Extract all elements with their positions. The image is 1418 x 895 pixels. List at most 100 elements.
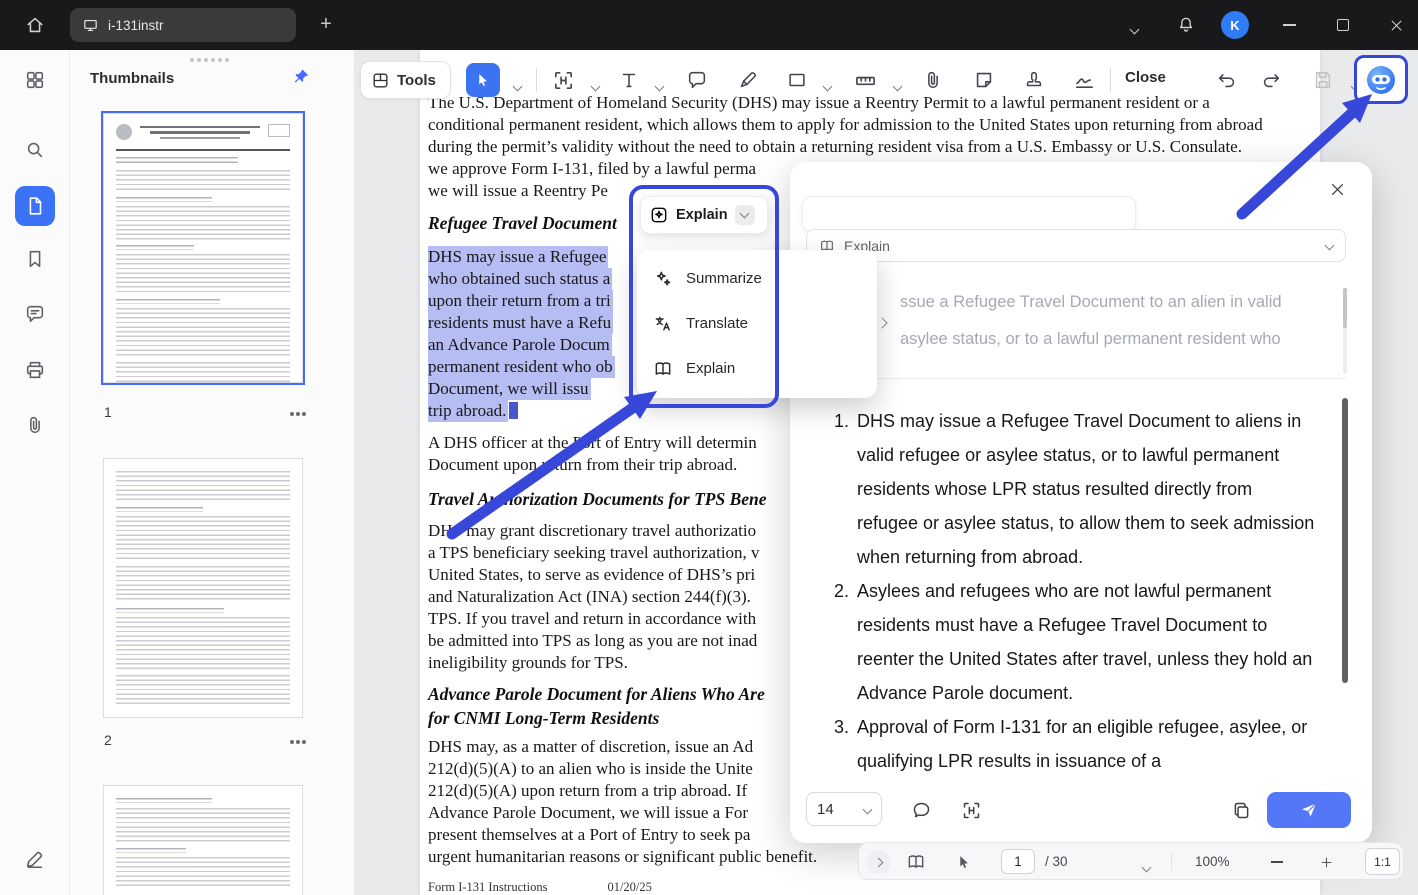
page-number-label: 1 bbox=[104, 404, 112, 420]
pin-icon[interactable] bbox=[292, 67, 311, 91]
window-close-button[interactable] bbox=[1384, 13, 1408, 37]
ai-response-item: Asylees and refugees who are not lawful … bbox=[854, 574, 1318, 710]
home-icon[interactable] bbox=[23, 13, 47, 37]
shape-tool-chevron-icon[interactable] bbox=[815, 74, 839, 98]
panel-close-icon[interactable] bbox=[1324, 176, 1350, 202]
more-options-icon[interactable] bbox=[290, 740, 294, 744]
menu-item-translate[interactable]: Translate bbox=[637, 301, 877, 346]
copy-icon[interactable] bbox=[1230, 799, 1252, 821]
comment-tool-icon[interactable] bbox=[685, 68, 709, 92]
apps-grid-icon[interactable] bbox=[23, 68, 47, 92]
window-maximize-button[interactable] bbox=[1337, 19, 1349, 31]
snip-icon[interactable] bbox=[960, 799, 982, 821]
tools-button[interactable]: Tools bbox=[360, 61, 451, 99]
doc-heading-refugee: Refugee Travel Document bbox=[428, 213, 617, 233]
panel-drag-handle[interactable] bbox=[190, 58, 194, 62]
reading-mode-icon[interactable] bbox=[905, 851, 927, 873]
ai-response-list: DHS may issue a Refugee Travel Document … bbox=[832, 404, 1318, 778]
search-icon[interactable] bbox=[23, 138, 47, 162]
translate-icon bbox=[655, 316, 670, 331]
collapse-bar-icon[interactable] bbox=[867, 850, 891, 874]
ai-response-item: Approval of Form I-131 for an eligible r… bbox=[854, 710, 1318, 778]
ai-response-item: DHS may issue a Refugee Travel Document … bbox=[854, 404, 1318, 574]
signature-tool-icon[interactable] bbox=[1072, 68, 1096, 92]
comments-icon[interactable] bbox=[23, 302, 47, 326]
sticker-tool-icon[interactable] bbox=[972, 68, 996, 92]
attach-tool-icon[interactable] bbox=[921, 68, 945, 92]
signature-pen-icon[interactable] bbox=[23, 847, 47, 871]
open-book-icon bbox=[655, 361, 671, 375]
doc-paragraph-2: A DHS officer at the Port of Entry will … bbox=[428, 433, 757, 474]
page-total-label: / 30 bbox=[1045, 854, 1068, 869]
quoted-source-text: ssue a Refugee Travel Document to an ali… bbox=[900, 293, 1282, 348]
save-icon[interactable] bbox=[1311, 68, 1335, 92]
zoom-in-icon[interactable] bbox=[1315, 851, 1337, 873]
undo-icon[interactable] bbox=[1215, 68, 1239, 92]
ai-sparkle-square-icon bbox=[651, 207, 667, 223]
font-size-select[interactable]: 14 bbox=[806, 792, 882, 826]
document-tab[interactable]: i-131instr bbox=[70, 8, 296, 42]
text-tool-icon[interactable] bbox=[617, 68, 641, 92]
select-tool-button[interactable] bbox=[466, 63, 500, 97]
panel-title: Thumbnails bbox=[90, 70, 175, 87]
page-chevron-icon[interactable] bbox=[1135, 856, 1157, 878]
actual-size-button[interactable]: 1:1 bbox=[1365, 848, 1400, 875]
chevron-down-icon bbox=[1324, 240, 1335, 251]
monitor-icon bbox=[82, 17, 99, 34]
selection-end-handle[interactable] bbox=[509, 402, 519, 419]
select-tool-chevron-icon[interactable] bbox=[505, 74, 529, 98]
window-minimize-button[interactable] bbox=[1283, 24, 1296, 26]
stamp-tool-icon[interactable] bbox=[1022, 68, 1046, 92]
doc-selected-text: DHS may issue a Refugee who obtained suc… bbox=[428, 246, 615, 422]
more-options-icon[interactable] bbox=[290, 412, 294, 416]
thumbnails-panel-icon[interactable] bbox=[15, 186, 55, 226]
thumbnails-panel: Thumbnails 1 2 bbox=[70, 50, 355, 895]
explain-quick-button[interactable]: Explain bbox=[640, 196, 768, 234]
redo-icon[interactable] bbox=[1259, 68, 1283, 92]
pen-tool-icon[interactable] bbox=[736, 68, 760, 92]
page-number-label: 2 bbox=[104, 732, 112, 748]
bookmarks-icon[interactable] bbox=[23, 247, 47, 271]
menu-item-summarize[interactable]: Summarize bbox=[637, 256, 877, 301]
tab-title: i-131instr bbox=[108, 17, 164, 33]
quote-bubble-icon[interactable] bbox=[910, 799, 932, 821]
doc-footer: Form I-131 Instructions 01/20/25 bbox=[428, 880, 652, 894]
send-button[interactable] bbox=[1267, 792, 1351, 828]
measure-tool-chevron-icon[interactable] bbox=[885, 74, 909, 98]
menu-item-explain[interactable]: Explain bbox=[637, 346, 877, 391]
chevron-down-icon[interactable] bbox=[1122, 17, 1146, 41]
new-tab-button[interactable]: + bbox=[314, 13, 338, 35]
left-icon-rail bbox=[0, 50, 70, 895]
sparkles-icon bbox=[656, 271, 671, 286]
expand-quote-icon[interactable] bbox=[876, 314, 888, 332]
toolbar: Tools Close bbox=[355, 50, 1418, 110]
print-icon[interactable] bbox=[23, 358, 47, 382]
doc-paragraph-4: DHS may, as a matter of discretion, issu… bbox=[428, 737, 818, 866]
screenshot-tool-icon[interactable] bbox=[551, 68, 575, 92]
panel-header-tab[interactable] bbox=[802, 196, 1136, 232]
paper-plane-icon bbox=[1301, 803, 1317, 817]
page-thumbnail-1[interactable] bbox=[101, 111, 305, 385]
titlebar: i-131instr + K bbox=[0, 0, 1418, 50]
close-tools-button[interactable]: Close bbox=[1125, 69, 1166, 86]
ai-assistant-button[interactable] bbox=[1354, 55, 1408, 104]
attachments-icon[interactable] bbox=[23, 413, 47, 437]
cursor-mode-icon[interactable] bbox=[953, 851, 975, 873]
text-tool-chevron-icon[interactable] bbox=[647, 74, 671, 98]
quote-scrollbar[interactable] bbox=[1343, 288, 1347, 374]
page-thumbnail-3[interactable] bbox=[103, 785, 303, 895]
page-thumbnail-2[interactable] bbox=[103, 458, 303, 718]
notifications-bell-icon[interactable] bbox=[1174, 13, 1198, 37]
doc-heading-tps: Travel Authorization Documents for TPS B… bbox=[428, 489, 767, 509]
user-avatar[interactable]: K bbox=[1221, 11, 1249, 39]
page-number-input[interactable] bbox=[1001, 849, 1035, 874]
explain-mode-selector[interactable]: Explain bbox=[806, 229, 1346, 262]
measure-tool-icon[interactable] bbox=[853, 68, 877, 92]
status-bar: / 30 100% 1:1 bbox=[858, 842, 1404, 880]
response-scrollbar[interactable] bbox=[1342, 392, 1348, 778]
chevron-down-icon[interactable] bbox=[734, 205, 755, 225]
zoom-out-icon[interactable] bbox=[1271, 861, 1283, 863]
screenshot-tool-chevron-icon[interactable] bbox=[583, 74, 607, 98]
doc-paragraph-3: DHS may grant discretionary travel autho… bbox=[428, 521, 760, 672]
shape-tool-icon[interactable] bbox=[785, 68, 809, 92]
